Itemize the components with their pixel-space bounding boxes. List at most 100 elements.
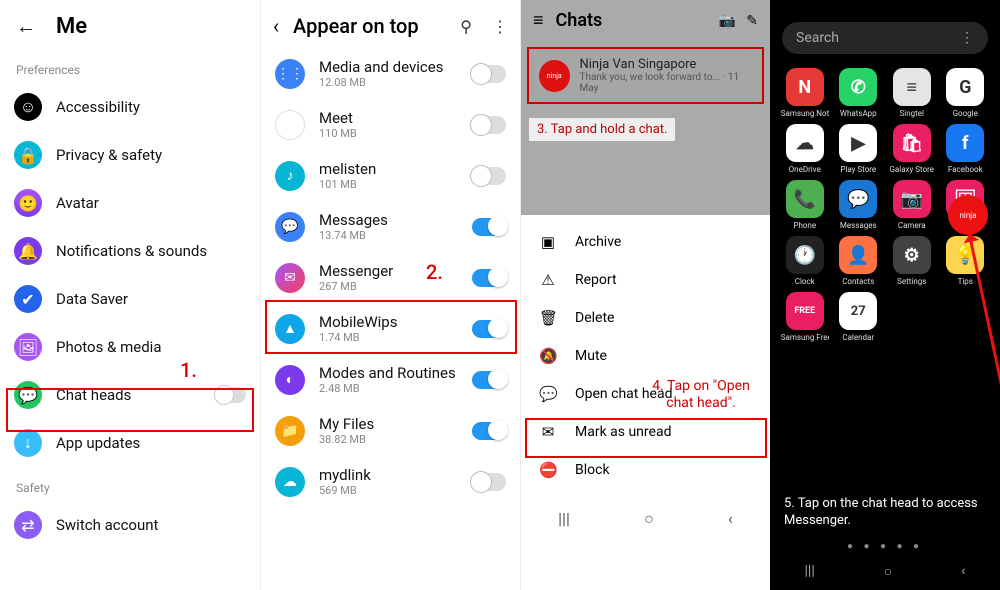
nav-recents[interactable]: ||| (805, 563, 815, 580)
app-play-store[interactable]: ▶Play Store (834, 124, 884, 174)
nav-recents[interactable]: ||| (558, 509, 570, 529)
app-icon: FREE (786, 292, 824, 330)
page-title: Me (56, 14, 87, 39)
back-icon[interactable]: ← (16, 14, 36, 39)
menu-archive[interactable]: ▣Archive (521, 223, 770, 261)
app-icon: 🕐 (786, 236, 824, 274)
nav-back[interactable]: ‹ (728, 509, 733, 529)
app-icon: ▶ (839, 124, 877, 162)
setting-switch-account[interactable]: ⇄Switch account (0, 501, 260, 549)
toggle[interactable] (472, 371, 506, 389)
app-contacts[interactable]: 👤Contacts (834, 236, 884, 286)
menu-mute[interactable]: 🔕Mute (521, 337, 770, 375)
appear-on-top-settings: ‹ Appear on top ⚲ ⋮ ⋮⋮Media and devices1… (260, 0, 520, 590)
android-nav: ||| ○ ‹ (770, 563, 1000, 580)
annotation-4: 4. Tap on "Openchat head". (641, 378, 761, 412)
chat-preview: Thank you, we look forward to... · 11 Ma… (580, 72, 753, 94)
app-mydlink[interactable]: ☁mydlink569 MB (261, 456, 520, 507)
setting-avatar[interactable]: 🙂Avatar (0, 179, 260, 227)
app-tips[interactable]: 💡Tips (941, 236, 991, 286)
app-singtel[interactable]: ≡Singtel (887, 68, 937, 118)
annotation-5: 5. Tap on the chat head to access Messen… (784, 496, 986, 530)
toggle[interactable] (472, 167, 506, 185)
section-preferences: Preferences (0, 49, 260, 83)
app-meet[interactable]: ▶Meet110 MB (261, 99, 520, 150)
app-calendar[interactable]: 27Calendar (834, 292, 884, 342)
messenger-me-settings: ← Me Preferences ☺Accessibility 🔒Privacy… (0, 0, 260, 590)
app-icon: N (786, 68, 824, 106)
chat-name: Ninja Van Singapore (580, 57, 753, 72)
annotation-3: 3. Tap and hold a chat. (529, 118, 675, 141)
toggle[interactable] (472, 218, 506, 236)
highlight-chat-heads (6, 388, 254, 432)
search-input[interactable]: Search ⋮ (782, 22, 988, 54)
messenger-chats: ≡ Chats 📷 ✎ ninja Ninja Van Singapore Th… (520, 0, 770, 590)
app-messages[interactable]: 💬Messages (834, 180, 884, 230)
hamburger-icon[interactable]: ≡ (533, 10, 544, 31)
app-galaxy-store[interactable]: 🛍Galaxy Store (887, 124, 937, 174)
app-messenger[interactable]: ✉Messenger267 MB (261, 252, 520, 303)
highlight-messenger (265, 300, 517, 354)
app-whatsapp[interactable]: ✆WhatsApp (834, 68, 884, 118)
nav-home[interactable]: ○ (644, 509, 654, 529)
more-icon[interactable]: ⋮ (960, 30, 974, 46)
nav-home[interactable]: ○ (884, 563, 892, 580)
page-indicator: ● ● ● ● ● (770, 541, 1000, 552)
section-safety: Safety (0, 467, 260, 501)
toggle[interactable] (472, 65, 506, 83)
more-icon[interactable]: ⋮ (492, 17, 508, 36)
app-icon: 📞 (786, 180, 824, 218)
app-icon: G (946, 68, 984, 106)
search-icon[interactable]: ⚲ (460, 17, 472, 36)
app-messages[interactable]: 💬Messages13.74 MB (261, 201, 520, 252)
toggle[interactable] (472, 116, 506, 134)
highlight-open-chat-head (525, 418, 767, 458)
app-settings[interactable]: ⚙Settings (887, 236, 937, 286)
app-icon: 💬 (839, 180, 877, 218)
toggle[interactable] (472, 269, 506, 287)
toggle[interactable] (472, 473, 506, 491)
setting-photos-media[interactable]: 🖼Photos & media (0, 323, 260, 371)
app-onedrive[interactable]: ☁OneDrive (780, 124, 830, 174)
setting-privacy[interactable]: 🔒Privacy & safety (0, 131, 260, 179)
menu-report[interactable]: ⚠Report (521, 261, 770, 299)
setting-notifications[interactable]: 🔔Notifications & sounds (0, 227, 260, 275)
app-google[interactable]: GGoogle (941, 68, 991, 118)
app-icon: 📷 (893, 180, 931, 218)
app-phone[interactable]: 📞Phone (780, 180, 830, 230)
camera-icon[interactable]: 📷 (719, 13, 736, 29)
app-icon: f (946, 124, 984, 162)
chats-title: Chats (556, 10, 709, 31)
app-icon: ≡ (893, 68, 931, 106)
app-icon: 🛍 (893, 124, 931, 162)
android-nav: ||| ○ ‹ (521, 497, 770, 541)
app-icon: ⚙ (893, 236, 931, 274)
app-clock[interactable]: 🕐Clock (780, 236, 830, 286)
setting-data-saver[interactable]: ✔Data Saver (0, 275, 260, 323)
app-samsung-free[interactable]: FREESamsung Free (780, 292, 830, 342)
app-media-and-devices[interactable]: ⋮⋮Media and devices12.08 MB (261, 48, 520, 99)
app-melisten[interactable]: ♪melisten101 MB (261, 150, 520, 201)
chat-head-bubble[interactable]: ninja (948, 195, 988, 235)
app-modes-and-routines[interactable]: ◐Modes and Routines2.48 MB (261, 354, 520, 405)
chat-row[interactable]: ninja Ninja Van Singapore Thank you, we … (527, 47, 764, 104)
home-app-drawer: Search ⋮ NSamsung Notes✆WhatsApp≡Singtel… (770, 0, 1000, 590)
setting-accessibility[interactable]: ☺Accessibility (0, 83, 260, 131)
back-icon[interactable]: ‹ (273, 14, 279, 38)
app-icon: 👤 (839, 236, 877, 274)
app-icon: 27 (839, 292, 877, 330)
app-my-files[interactable]: 📁My Files38.82 MB (261, 405, 520, 456)
toggle[interactable] (472, 422, 506, 440)
page-title: Appear on top (293, 14, 440, 38)
app-camera[interactable]: 📷Camera (887, 180, 937, 230)
annotation-1: 1. (180, 358, 197, 382)
menu-delete[interactable]: 🗑Delete (521, 299, 770, 337)
annotation-2: 2. (426, 260, 443, 284)
app-icon: ✆ (839, 68, 877, 106)
app-facebook[interactable]: fFacebook (941, 124, 991, 174)
nav-back[interactable]: ‹ (961, 563, 965, 580)
chat-avatar: ninja (539, 60, 570, 92)
app-samsung-notes[interactable]: NSamsung Notes (780, 68, 830, 118)
app-icon: ☁ (786, 124, 824, 162)
compose-icon[interactable]: ✎ (746, 13, 758, 29)
